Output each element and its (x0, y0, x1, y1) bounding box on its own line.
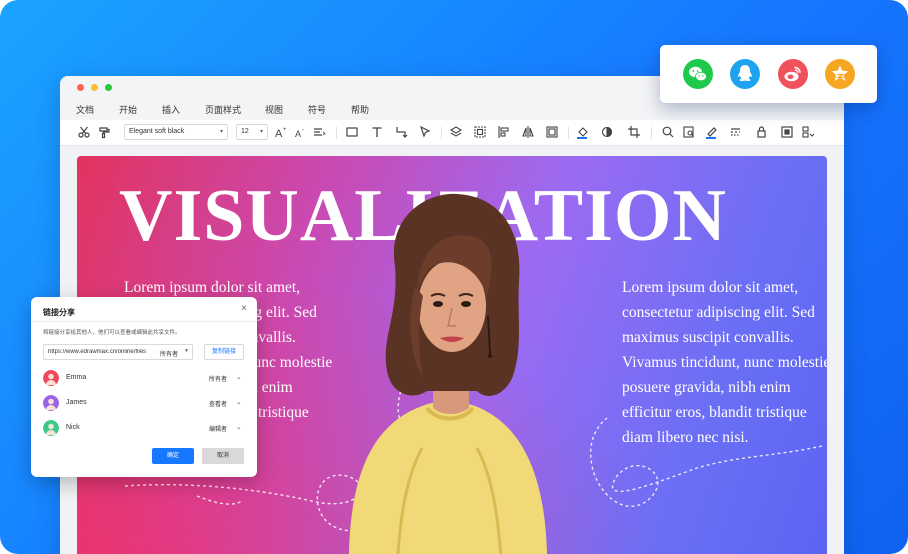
qq-icon[interactable] (730, 59, 760, 89)
line-color-icon[interactable] (705, 125, 719, 139)
cancel-button[interactable]: 取消 (202, 448, 244, 464)
member-row: Emma 所有者 ⌄ (43, 369, 245, 387)
member-row: James 查看者 ⌄ (43, 394, 245, 412)
menu-insert[interactable]: 插入 (162, 103, 180, 116)
search-icon[interactable] (661, 125, 675, 139)
frame-icon[interactable] (780, 125, 794, 139)
share-url-value: https://www.edrawmax.cn/online/files (48, 349, 147, 355)
member-role-select[interactable]: 所有者 (209, 374, 227, 383)
chevron-down-icon: ▾ (219, 129, 223, 135)
confirm-button[interactable]: 确定 (152, 448, 194, 464)
chevron-down-icon[interactable]: ⌄ (236, 423, 242, 431)
menu-page-style[interactable]: 页面样式 (205, 103, 241, 116)
group-icon[interactable] (473, 125, 487, 139)
toolbar-divider (441, 127, 442, 139)
align-left-icon[interactable] (497, 125, 511, 139)
link-permission-select[interactable]: 所有者 (160, 349, 178, 358)
share-url-field[interactable]: https://www.edrawmax.cn/online/files 所有者… (43, 344, 193, 360)
member-name: Nick (66, 424, 80, 431)
toolbar: Elegant soft black ▾ 12 ▾ A + A- (60, 120, 844, 146)
minimize-window-button[interactable] (91, 84, 98, 91)
member-role-select[interactable]: 编辑者 (209, 424, 227, 433)
dialog-description: 将链接分享给其他人，他们可以查看或编辑此共享文件。 (43, 330, 181, 336)
avatar (43, 370, 59, 386)
close-window-button[interactable] (77, 84, 84, 91)
font-family-select[interactable]: Elegant soft black ▾ (124, 124, 228, 140)
svg-text:A: A (295, 129, 301, 139)
edit-document-icon[interactable] (682, 125, 696, 139)
svg-text:+: + (283, 127, 287, 133)
person-photo[interactable] (327, 186, 567, 554)
font-size-value: 12 (241, 128, 249, 135)
decrease-font-icon[interactable]: A- (293, 125, 307, 139)
more-options-icon[interactable] (802, 125, 816, 139)
font-family-value: Elegant soft black (129, 128, 185, 135)
member-role-select[interactable]: 查看者 (209, 399, 227, 408)
fill-color-icon[interactable] (576, 125, 590, 139)
menu-view[interactable]: 视图 (265, 103, 283, 116)
menu-help[interactable]: 帮助 (351, 103, 369, 116)
dialog-divider (31, 321, 257, 322)
select-pointer-icon[interactable] (418, 125, 432, 139)
flip-icon[interactable] (521, 125, 535, 139)
line-style-icon[interactable] (730, 125, 744, 139)
menu-symbol[interactable]: 符号 (308, 103, 326, 116)
weibo-icon[interactable] (778, 59, 808, 89)
svg-text:-: - (302, 127, 304, 133)
align-icon[interactable] (312, 125, 326, 139)
lock-icon[interactable] (755, 125, 769, 139)
cut-icon[interactable] (77, 125, 91, 139)
toolbar-divider (568, 127, 569, 139)
member-name: Emma (66, 374, 87, 381)
increase-font-icon[interactable]: A + (274, 125, 288, 139)
chevron-down-icon: ▾ (259, 129, 263, 135)
wechat-icon[interactable] (683, 59, 713, 89)
layers-icon[interactable] (449, 125, 463, 139)
qzone-icon[interactable] (825, 59, 855, 89)
format-painter-icon[interactable] (98, 125, 112, 139)
chevron-down-icon: ▼ (184, 348, 189, 354)
menu-home[interactable]: 开始 (119, 103, 137, 116)
text-tool-icon[interactable] (370, 125, 384, 139)
social-share-card (660, 45, 877, 103)
toolbar-divider (651, 127, 652, 139)
member-row: Nick 编辑者 ⌄ (43, 419, 245, 437)
shape-style-icon[interactable] (601, 125, 615, 139)
member-name: James (66, 399, 87, 406)
font-size-select[interactable]: 12 ▾ (236, 124, 268, 140)
menu-file[interactable]: 文档 (76, 103, 94, 116)
chevron-down-icon[interactable]: ⌄ (236, 373, 242, 381)
connector-icon[interactable] (394, 125, 408, 139)
crop-icon[interactable] (627, 125, 641, 139)
maximize-window-button[interactable] (105, 84, 112, 91)
close-icon[interactable]: × (241, 304, 247, 314)
background-stage: 文档 开始 插入 页面样式 视图 符号 帮助 Elegant soft blac… (0, 0, 908, 554)
image-frame-icon[interactable] (545, 125, 559, 139)
avatar (43, 395, 59, 411)
chevron-down-icon[interactable]: ⌄ (236, 398, 242, 406)
avatar (43, 420, 59, 436)
rectangle-icon[interactable] (345, 125, 359, 139)
svg-text:A: A (275, 128, 283, 139)
copy-link-button[interactable]: 复制链接 (204, 344, 244, 360)
dialog-title: 链接分享 (43, 308, 75, 317)
toolbar-divider (336, 127, 337, 139)
share-link-dialog: 链接分享 × 将链接分享给其他人，他们可以查看或编辑此共享文件。 https:/… (31, 297, 257, 477)
